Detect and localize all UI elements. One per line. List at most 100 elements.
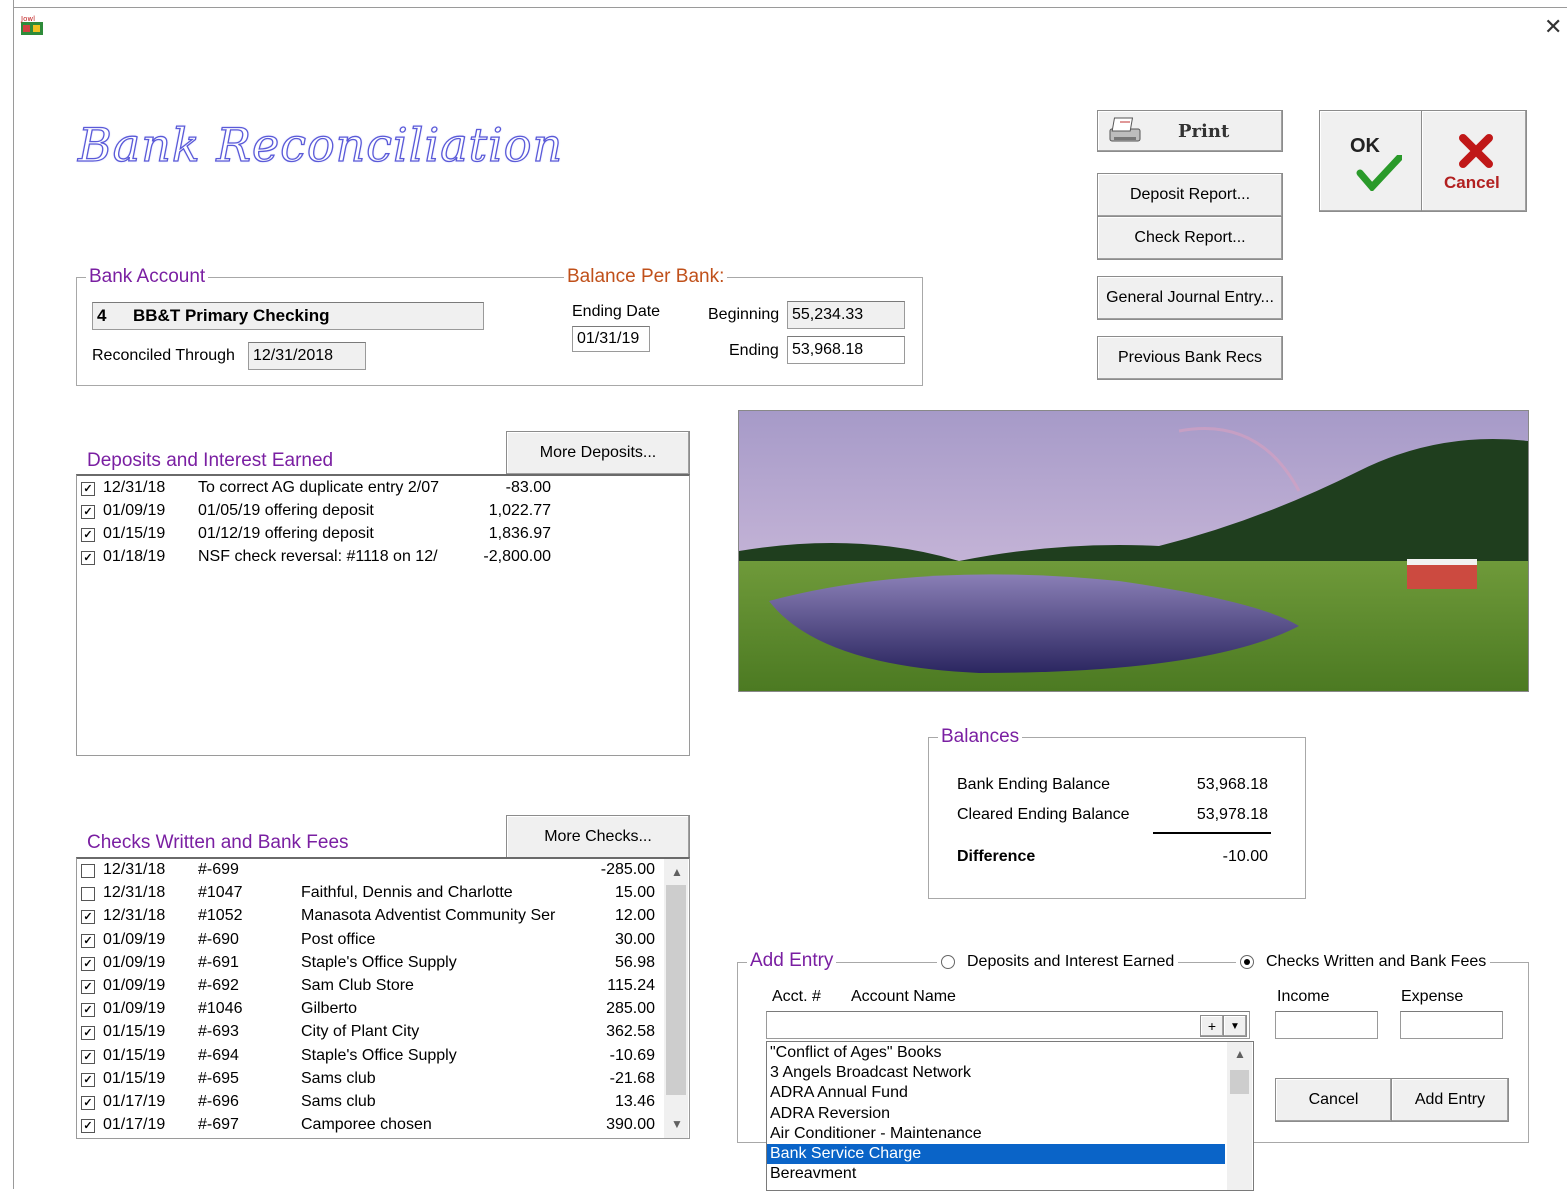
check-payee: Camporee chosen: [301, 1116, 432, 1134]
radio-checks-icon[interactable]: [1240, 955, 1254, 969]
check-row[interactable]: ✓ 01/15/19 #-695 Sams club -21.68: [81, 1069, 661, 1092]
bank-account-group: [76, 277, 923, 386]
check-amount: 12.00: [614, 907, 655, 925]
check-date: 01/17/19: [103, 1093, 166, 1110]
scroll-down-icon[interactable]: ▼: [671, 1117, 683, 1131]
check-date: 01/09/19: [103, 953, 166, 971]
checks-list[interactable]: ▲ ▼ 12/31/18 #-699 -285.00 12/31/18 #1047 Fai…: [76, 857, 690, 1139]
income-field[interactable]: [1275, 1011, 1378, 1039]
cancel-top-button[interactable]: Cancel: [1421, 110, 1527, 212]
check-row[interactable]: ✓ 01/15/19 #-693 City of Plant City 362.58: [81, 1022, 661, 1045]
deposit-checkbox[interactable]: ✓: [81, 528, 95, 542]
check-row[interactable]: ✓ 01/15/19 #-694 Staple's Office Supply -10.…: [81, 1046, 661, 1069]
check-checkbox[interactable]: ✓: [81, 1026, 95, 1041]
deposits-title: Deposits and Interest Earned: [87, 450, 334, 471]
check-checkbox[interactable]: ✓: [81, 910, 95, 925]
dropdown-option[interactable]: "Conflict of Ages" Books: [767, 1043, 1225, 1063]
ending-date-field[interactable]: 01/31/19: [572, 326, 650, 352]
print-button[interactable]: Print: [1097, 110, 1283, 152]
check-checkbox[interactable]: ✓: [81, 1096, 95, 1110]
radio-deposits-icon[interactable]: [941, 955, 955, 969]
check-checkbox[interactable]: ✓: [81, 1119, 95, 1134]
dropdown-option[interactable]: ADRA Reversion: [767, 1104, 1225, 1124]
deposit-checkbox[interactable]: ✓: [81, 505, 95, 519]
expense-field[interactable]: [1400, 1011, 1503, 1039]
bank-account-field[interactable]: 4 BB&T Primary Checking: [92, 302, 484, 330]
dropdown-option[interactable]: 3 Angels Broadcast Network: [767, 1063, 1225, 1083]
add-account-button[interactable]: +: [1200, 1015, 1224, 1037]
checks-scroll-thumb[interactable]: [666, 885, 686, 1095]
check-row[interactable]: ✓ 01/17/19 #-696 Sams club 13.46: [81, 1092, 661, 1115]
deposit-description: NSF check reversal: #1118 on 12/: [198, 548, 438, 565]
ending-balance-field[interactable]: 53,968.18: [787, 336, 905, 364]
income-label: Income: [1277, 988, 1330, 1005]
check-row[interactable]: ✓ 01/09/19 #-692 Sam Club Store 115.24: [81, 976, 661, 999]
check-row[interactable]: 12/31/18 #1047 Faithful, Dennis and Charlo…: [81, 883, 661, 906]
deposit-description: 01/12/19 offering deposit: [198, 525, 374, 542]
previous-bank-recs-button[interactable]: Previous Bank Recs: [1097, 336, 1283, 380]
deposit-row[interactable]: ✓ 01/18/19 NSF check reversal: #1118 on 12…: [81, 547, 661, 570]
radio-deposits[interactable]: Deposits and Interest Earned: [937, 953, 1179, 971]
check-checkbox[interactable]: ✓: [81, 1072, 95, 1087]
check-row[interactable]: ✓ 01/09/19 #-690 Post office 30.00: [81, 930, 661, 953]
check-checkbox[interactable]: ✓: [81, 956, 95, 971]
check-checkbox[interactable]: ✓: [81, 933, 95, 948]
close-icon[interactable]: ✕: [1544, 14, 1562, 40]
check-date: 12/31/18: [103, 884, 166, 902]
deposit-report-button[interactable]: Deposit Report...: [1097, 173, 1283, 217]
radio-checks[interactable]: Checks Written and Bank Fees: [1236, 953, 1491, 971]
scroll-up-icon[interactable]: ▲: [671, 865, 683, 879]
check-payee: Post office: [301, 930, 376, 948]
deposit-row[interactable]: ✓ 12/31/18 To correct AG duplicate entry 2…: [81, 478, 661, 501]
check-row[interactable]: ✓ 01/09/19 #-691 Staple's Office Supply 56.9…: [81, 953, 661, 976]
check-payee: Manasota Adventist Community Ser: [301, 907, 556, 925]
check-checkbox[interactable]: [81, 864, 95, 878]
account-combo-input[interactable]: + ▼: [766, 1011, 1250, 1039]
dropdown-scrollbar[interactable]: ▲: [1227, 1042, 1252, 1190]
check-row[interactable]: ✓ 12/31/18 #1052 Manasota Adventist Communi…: [81, 906, 661, 929]
general-journal-entry-button[interactable]: General Journal Entry...: [1097, 276, 1283, 320]
dropdown-option[interactable]: Air Conditioner - Maintenance: [767, 1124, 1225, 1144]
deposit-date: 01/15/19: [103, 525, 166, 542]
more-checks-button[interactable]: More Checks...: [506, 815, 690, 859]
check-row[interactable]: ✓ 01/17/19 #-697 Camporee chosen 390.00: [81, 1115, 661, 1138]
check-checkbox[interactable]: ✓: [81, 1003, 95, 1018]
check-payee: Faithful, Dennis and Charlotte: [301, 884, 513, 902]
reconciled-through-label: Reconciled Through: [92, 347, 235, 364]
acct-number-label: Acct. #: [772, 988, 821, 1005]
check-number: #-693: [198, 1023, 239, 1041]
deposits-list[interactable]: ✓ 12/31/18 To correct AG duplicate entry 2…: [76, 474, 690, 756]
more-deposits-button[interactable]: More Deposits...: [506, 431, 690, 475]
deposit-description: To correct AG duplicate entry 2/07: [198, 479, 440, 496]
account-dropdown-list[interactable]: ▲ "Conflict of Ages" Books 3 Angels Broad…: [766, 1041, 1254, 1191]
check-row[interactable]: 12/31/18 #-699 -285.00: [81, 860, 661, 883]
check-checkbox[interactable]: ✓: [81, 1049, 95, 1064]
dropdown-scroll-thumb[interactable]: [1230, 1070, 1249, 1094]
deposit-checkbox[interactable]: ✓: [81, 482, 95, 496]
deposit-row[interactable]: ✓ 01/15/19 01/12/19 offering deposit 1,836.…: [81, 524, 661, 547]
check-checkbox[interactable]: [81, 887, 95, 902]
dropdown-option[interactable]: Bank Service Charge: [767, 1144, 1225, 1164]
check-payee: Staple's Office Supply: [301, 953, 457, 971]
check-amount: 15.00: [614, 884, 655, 902]
beginning-label: Beginning: [708, 306, 780, 323]
ok-button[interactable]: OK: [1319, 110, 1423, 212]
check-checkbox[interactable]: ✓: [81, 980, 95, 994]
bank-ending-balance-value: 53,968.18: [1196, 776, 1268, 793]
combo-dropdown-arrow-icon[interactable]: ▼: [1223, 1015, 1247, 1037]
add-entry-cancel-button[interactable]: Cancel: [1275, 1078, 1392, 1122]
add-entry-button[interactable]: Add Entry: [1391, 1078, 1509, 1122]
dropdown-scroll-up-icon[interactable]: ▲: [1234, 1047, 1246, 1061]
checks-scrollbar[interactable]: ▲ ▼: [664, 859, 688, 1138]
app-logo-icon[interactable]: Jowl: [20, 14, 44, 36]
check-amount: 390.00: [606, 1116, 655, 1134]
check-amount: 56.98: [614, 953, 655, 971]
check-report-button[interactable]: Check Report...: [1097, 216, 1283, 260]
check-row[interactable]: ✓ 01/09/19 #1046 Gilberto 285.00: [81, 999, 661, 1022]
deposit-checkbox[interactable]: ✓: [81, 551, 95, 565]
cancel-top-label: Cancel: [1444, 173, 1500, 192]
deposit-row[interactable]: ✓ 01/09/19 01/05/19 offering deposit 1,022.…: [81, 501, 661, 524]
dropdown-option[interactable]: ADRA Annual Fund: [767, 1083, 1225, 1103]
dropdown-option[interactable]: Bereavment: [767, 1164, 1225, 1184]
deposit-description: 01/05/19 offering deposit: [198, 502, 374, 519]
